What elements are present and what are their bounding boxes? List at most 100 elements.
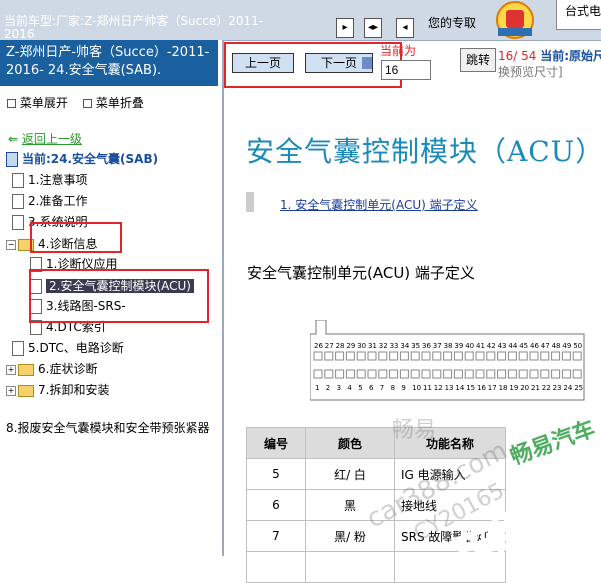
current-model-line2: 2016 (4, 27, 35, 41)
connector-pin-label: 5 (358, 384, 362, 392)
connector-pin-label: 23 (553, 384, 562, 392)
back-link[interactable]: ⇐ 返回上一级 (8, 130, 82, 147)
table-row: 5 红/ 白 IG 电源输入 (246, 458, 506, 490)
jump-button[interactable]: 跳转 (460, 48, 496, 72)
page-icon (12, 173, 24, 188)
back-icon[interactable]: ◂ (396, 18, 414, 38)
connector-pin-slot (540, 369, 550, 379)
folder-icon (18, 363, 34, 376)
tree-item-label: 6.症状诊断 (38, 362, 98, 376)
tree-item-label: 2.准备工作 (28, 194, 88, 208)
connector-pin-label: 39 (454, 342, 463, 350)
connector-pin-slot (367, 351, 377, 361)
switch-size-link[interactable]: 换预览尺寸] (498, 63, 563, 80)
connector-pin-label: 9 (401, 384, 405, 392)
page-count: 16/ 54 (498, 49, 537, 63)
tree-item[interactable]: +7.拆卸和安装 (6, 382, 109, 398)
connector-pin-slot (561, 369, 571, 379)
connector-pin-label: 28 (336, 342, 345, 350)
top-right-tab[interactable]: 台式电 (556, 0, 601, 30)
connector-pin-slot (399, 369, 409, 379)
connector-pin-label: 27 (325, 342, 334, 350)
connector-pin-slot (453, 351, 463, 361)
document-title: 安全气囊控制模块（ACU） (246, 135, 601, 168)
tree-item[interactable]: 8.报废安全气囊模块和安全带预张紧器 (6, 420, 209, 436)
connector-pin-slot (453, 369, 463, 379)
connector-pin-slot (335, 351, 345, 361)
toc-link[interactable]: 1. 安全气囊控制单元(ACU) 端子定义 (280, 198, 478, 212)
table-cell: 接地线 (394, 489, 506, 521)
connector-pin-slot (497, 351, 507, 361)
connector-pin-label: 12 (434, 384, 443, 392)
shortcut-text: 您的专取 (428, 16, 477, 30)
back-arrow-icon: ⇐ (8, 132, 19, 146)
current-section-label: 当前:24.安全气囊(SAB) (22, 152, 159, 166)
tree-item-label: 8.报废安全气囊模块和安全带预张紧器 (6, 421, 210, 435)
connector-pin-slot (367, 369, 377, 379)
connector-pin-label: 3 (337, 384, 341, 392)
tree-item[interactable]: 1.注意事项 (12, 172, 87, 188)
connector-pin-label: 13 (445, 384, 454, 392)
connector-pin-label: 2 (326, 384, 330, 392)
connector-pin-label: 26 (314, 342, 323, 350)
toc-item[interactable]: 1. 安全气囊控制单元(ACU) 端子定义 (280, 196, 478, 213)
page-number-input[interactable] (381, 60, 431, 80)
pin-table-body: 5 红/ 白 IG 电源输入 6 黑接地线 7 黑/ 粉 SRS 故障警告灯 (246, 458, 506, 583)
current-size-value: 原始尺 (569, 49, 601, 63)
connector-pin-slot (529, 351, 539, 361)
expand-icon (7, 99, 16, 108)
next-arrow-icon (362, 57, 372, 69)
connector-pin-slot (540, 351, 550, 361)
menu-collapse-button[interactable]: 菜单折叠 (83, 94, 144, 111)
tree-item[interactable]: 5.DTC、电路诊断 (12, 340, 124, 356)
connector-pin-slot (475, 369, 485, 379)
table-cell: 黑/ 粉 (305, 520, 395, 552)
connector-pin-label: 11 (423, 384, 432, 392)
connector-pin-label: 25 (574, 384, 583, 392)
connector-pin-label: 40 (465, 342, 474, 350)
connector-pin-slot (356, 369, 366, 379)
connector-pin-label: 33 (390, 342, 399, 350)
page-indicator: 16/ 54 当前:原始尺 (498, 47, 601, 64)
current-section: 当前:24.安全气囊(SAB) (6, 150, 158, 167)
connector-diagram: 26 27 28 29 30 31 32 33 34 35 36 37 38 39 40 41 42 43 44 45… (310, 320, 585, 401)
connector-pin-slot (507, 369, 517, 379)
connector-pin-label: 4 (347, 384, 352, 392)
expand-toggle-icon[interactable]: + (6, 385, 16, 396)
connector-pin-slot (389, 369, 399, 379)
page-icon (12, 194, 24, 209)
connector-pin-slot (356, 351, 366, 361)
split-icon[interactable]: ◂▸ (364, 18, 382, 38)
highlight-box-diagnosis (30, 222, 122, 253)
table-cell: 6 (246, 489, 306, 521)
connector-pin-label: 45 (519, 342, 528, 350)
table-cell: SRS 故障警告灯 (394, 520, 506, 552)
connector-pin-slot (464, 351, 474, 361)
table-header-cell: 颜色 (305, 427, 395, 459)
connector-pin-label: 32 (379, 342, 388, 350)
expand-toggle-icon[interactable]: + (6, 364, 16, 375)
collapse-toggle-icon[interactable]: − (6, 239, 16, 250)
connector-pin-slot (486, 369, 496, 379)
page-icon (12, 341, 24, 356)
table-cell (305, 551, 395, 583)
menu-expand-button[interactable]: 菜单展开 (7, 94, 68, 111)
mechanic-badge-icon (496, 1, 534, 39)
prev-page-button[interactable]: 上一页 (232, 53, 294, 73)
connector-pin-slot (389, 351, 399, 361)
tree-item[interactable]: +6.症状诊断 (6, 361, 97, 377)
forward-icon[interactable]: ▸ (336, 18, 354, 38)
connector-pin-slot (345, 369, 355, 379)
tree-item[interactable]: 2.准备工作 (12, 193, 87, 209)
connector-pin-label: 20 (520, 384, 529, 392)
connector-pin-label: 1 (315, 384, 319, 392)
connector-pin-label: 34 (400, 342, 409, 350)
collapse-icon (83, 99, 92, 108)
connector-pin-slot (399, 351, 409, 361)
left-panel-header: Z-郑州日产-帅客（Succe）-2011-2016- 24.安全气囊(SAB)… (0, 40, 218, 86)
next-page-label: 下一页 (320, 56, 357, 70)
tree-item-label: 1.注意事项 (28, 173, 88, 187)
table-cell (394, 551, 506, 583)
tree-item-label: 7.拆卸和安装 (38, 383, 110, 397)
connector-pin-label: 7 (380, 384, 384, 392)
